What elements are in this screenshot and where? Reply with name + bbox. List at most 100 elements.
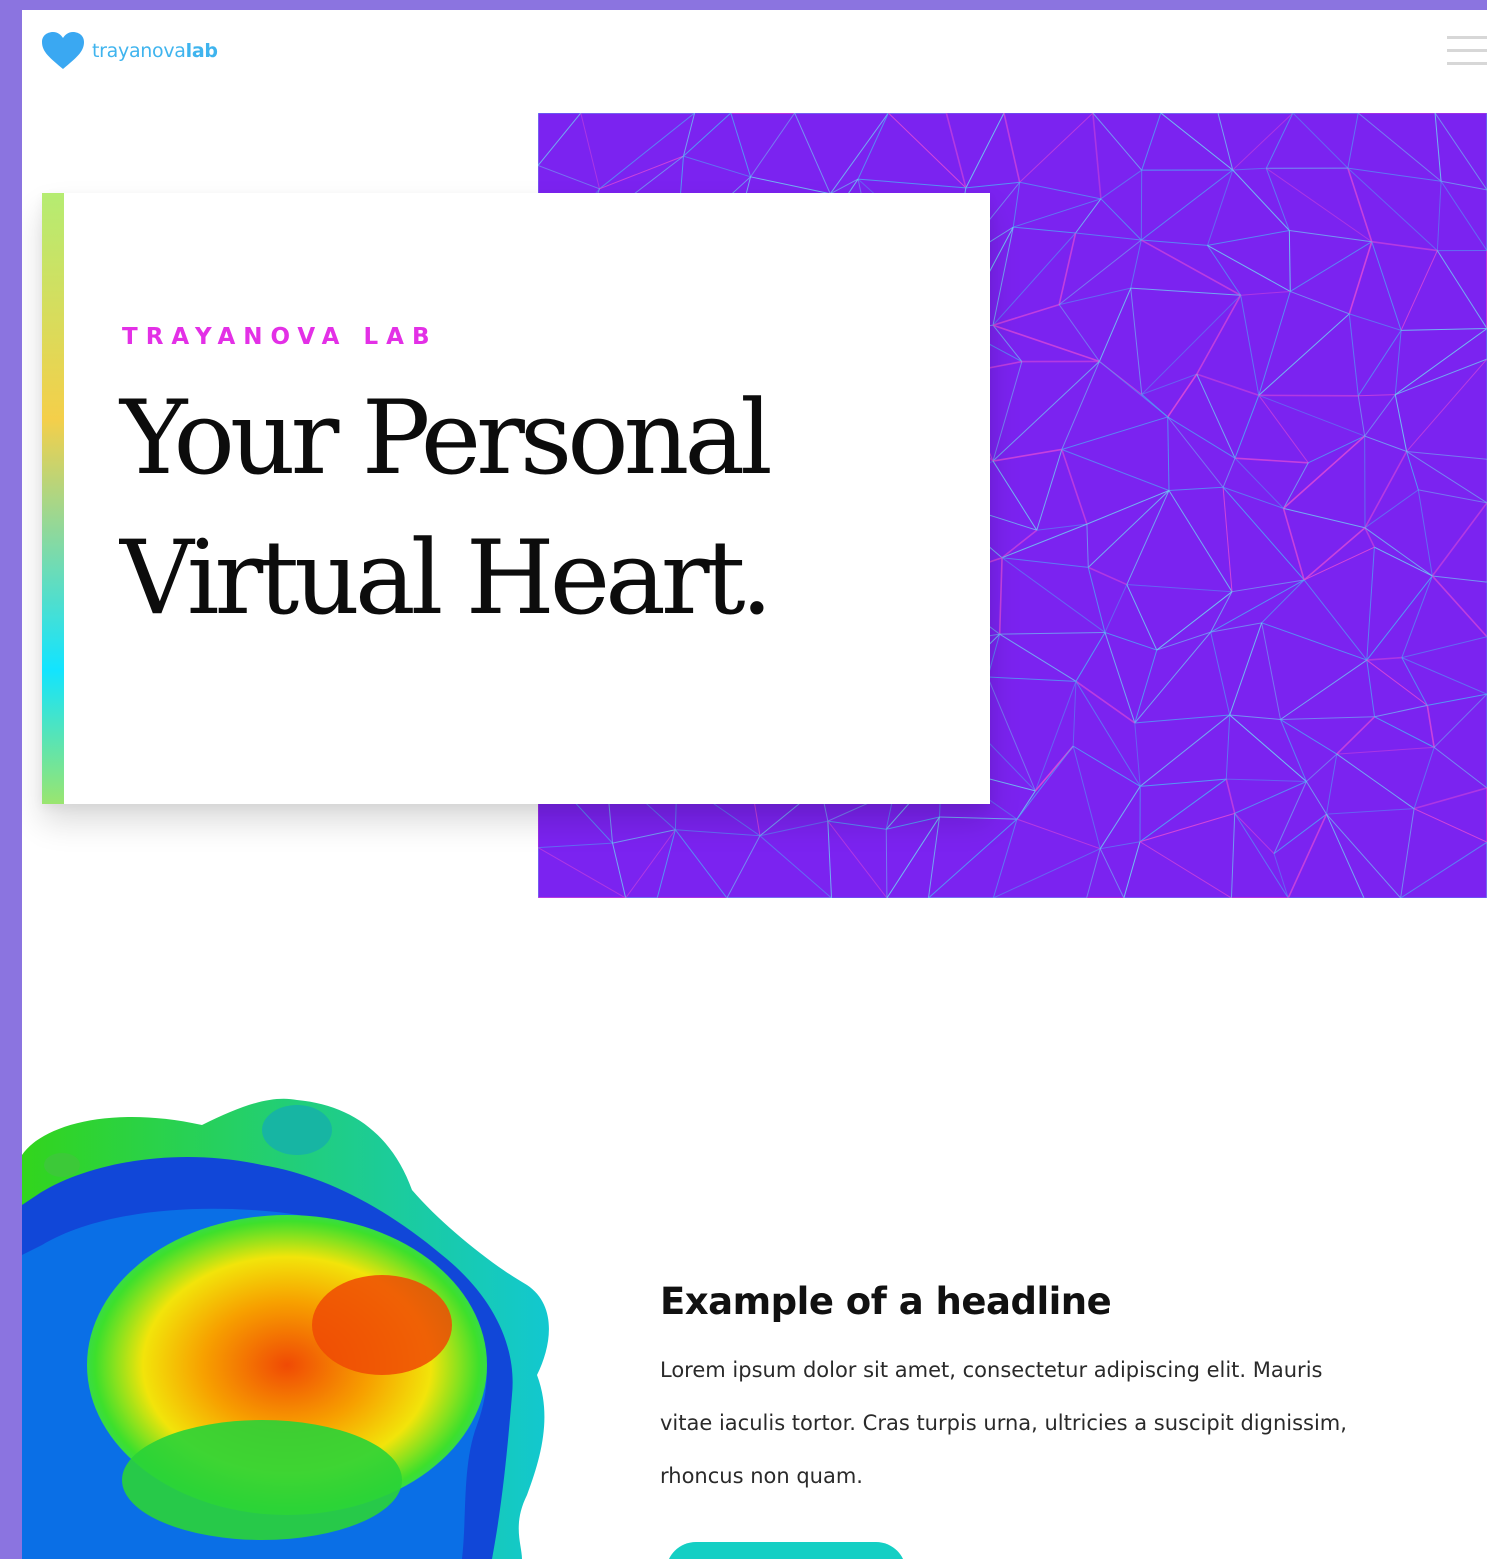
mesh-line	[1207, 169, 1234, 246]
hamburger-menu-icon[interactable]	[1447, 36, 1487, 66]
mesh-line	[538, 113, 582, 166]
mesh-line	[827, 820, 887, 830]
mesh-line	[1400, 841, 1487, 898]
mesh-line	[1134, 722, 1141, 787]
mesh-line	[1364, 435, 1407, 452]
mesh-line	[1232, 113, 1294, 171]
mesh-line	[1406, 358, 1487, 452]
hero-title-line-2: Virtual Heart.	[120, 519, 773, 638]
mesh-line	[1226, 778, 1307, 783]
mesh-line	[1265, 113, 1294, 169]
mesh-line	[1099, 786, 1141, 849]
mesh-line	[1371, 240, 1438, 252]
cta-button[interactable]	[666, 1542, 906, 1559]
mesh-line	[612, 829, 676, 844]
mesh-line	[1440, 181, 1487, 251]
mesh-line	[1364, 527, 1433, 577]
mesh-line	[1417, 489, 1433, 577]
mesh-line	[1232, 169, 1290, 231]
mesh-line	[1273, 853, 1289, 898]
mesh-line	[1374, 704, 1428, 718]
mesh-line	[1283, 462, 1309, 509]
mesh-line	[1061, 416, 1168, 450]
mesh-line	[1395, 358, 1487, 396]
mesh-line	[1167, 373, 1198, 418]
mesh-line	[1431, 502, 1487, 577]
mesh-line	[1413, 747, 1435, 809]
mesh-line	[886, 816, 940, 830]
mesh-line	[857, 113, 889, 180]
mesh-line	[1400, 250, 1438, 331]
hero-eyebrow: TRAYANOVA LAB	[122, 324, 438, 350]
mesh-line	[1087, 490, 1170, 568]
mesh-line	[1003, 113, 1021, 183]
mesh-line	[1366, 547, 1375, 661]
mesh-line	[827, 821, 833, 898]
mesh-line	[726, 835, 761, 898]
mesh-line	[830, 178, 859, 195]
mesh-line	[1140, 239, 1242, 296]
mesh-line	[1258, 291, 1291, 396]
mesh-line	[1258, 395, 1309, 464]
mesh-line	[1234, 457, 1284, 509]
mesh-line	[1061, 449, 1170, 491]
mesh-line	[1401, 327, 1487, 331]
mesh-line	[1347, 113, 1359, 169]
site-logo[interactable]: trayanovalab	[42, 32, 218, 70]
mesh-line	[987, 676, 1036, 792]
mesh-line	[683, 155, 751, 178]
mesh-line	[1234, 395, 1260, 459]
mesh-line	[1139, 714, 1231, 787]
mesh-line	[674, 829, 728, 898]
mesh-line	[1130, 288, 1143, 395]
mesh-line	[927, 816, 940, 898]
mesh-line	[999, 633, 1077, 682]
mesh-line	[1167, 416, 1224, 488]
mesh-line	[1364, 394, 1396, 437]
mesh-line	[888, 113, 967, 189]
mesh-line	[1374, 716, 1435, 748]
mesh-line	[538, 165, 600, 190]
mesh-line	[1168, 486, 1224, 491]
mesh-line	[1156, 591, 1233, 651]
mesh-line	[1326, 753, 1338, 815]
mesh-line	[1234, 813, 1275, 854]
mesh-line	[1234, 457, 1309, 464]
mesh-line	[1013, 226, 1076, 234]
mesh-line	[1234, 781, 1307, 814]
mesh-line	[1426, 705, 1435, 748]
mesh-line	[1401, 636, 1487, 659]
mesh-line	[1288, 230, 1291, 292]
mesh-line	[1261, 579, 1305, 624]
mesh-line	[1104, 584, 1128, 633]
mesh-line	[1196, 294, 1242, 375]
mesh-line	[1140, 169, 1234, 241]
mesh-line	[1075, 232, 1142, 241]
mesh-line	[1139, 778, 1227, 843]
mesh-line	[1034, 681, 1077, 792]
mesh-line	[1413, 787, 1487, 810]
mesh-line	[1210, 632, 1231, 716]
mesh-line	[1086, 848, 1101, 898]
mesh-line	[1098, 287, 1132, 362]
mesh-line	[993, 848, 1101, 898]
mesh-line	[1261, 622, 1281, 720]
mesh-line	[1100, 169, 1142, 200]
feature-body-text: Lorem ipsum dolor sit amet, consectetur …	[660, 1358, 1347, 1488]
mesh-line	[1336, 746, 1435, 755]
mesh-line	[1280, 719, 1307, 782]
mesh-line	[1366, 659, 1428, 706]
mesh-line	[1126, 584, 1233, 593]
mesh-line	[1036, 449, 1063, 531]
mesh-line	[1258, 313, 1350, 396]
mesh-line	[1374, 546, 1433, 577]
mesh-line	[1196, 373, 1260, 397]
mesh-line	[1280, 659, 1368, 720]
mesh-line	[1139, 841, 1232, 898]
mesh-line	[1087, 566, 1128, 586]
mesh-line	[1273, 813, 1327, 855]
mesh-line	[1139, 812, 1235, 843]
mesh-line	[538, 847, 626, 898]
mesh-line	[1261, 622, 1367, 661]
mesh-line	[1229, 714, 1281, 720]
